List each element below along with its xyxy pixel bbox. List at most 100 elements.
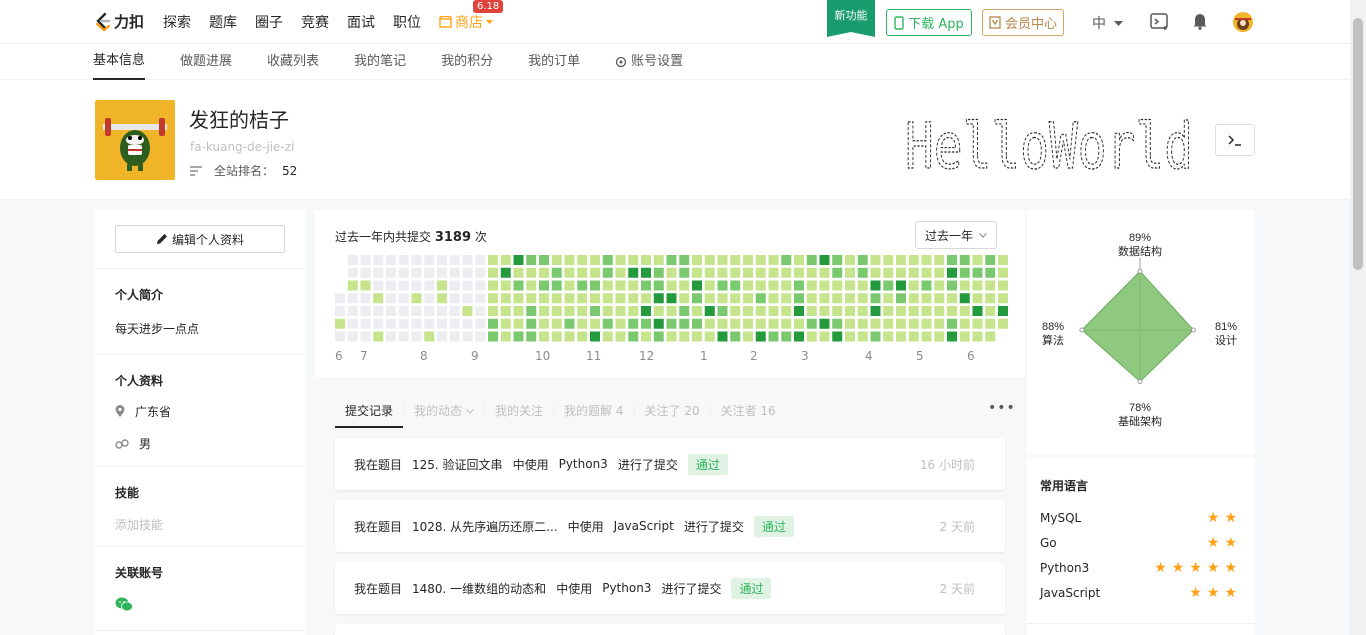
heatmap-cell[interactable] [679,293,690,304]
heatmap-cell[interactable] [947,255,957,265]
heatmap-cell[interactable] [998,267,1008,278]
heatmap-cell[interactable] [615,255,626,265]
heatmap-cell[interactable] [704,331,715,342]
heatmap-cell[interactable] [373,318,384,329]
heatmap-cell[interactable] [947,306,957,316]
heatmap-cell[interactable] [500,267,511,278]
heatmap-cell[interactable] [551,293,562,304]
language-switch[interactable]: 中 [1092,13,1124,33]
heatmap-cell[interactable] [577,293,588,304]
heatmap-cell[interactable] [347,318,358,329]
heatmap-cell[interactable] [488,280,498,291]
heatmap-cell[interactable] [628,267,639,278]
heatmap-cell[interactable] [666,293,677,304]
heatmap-cell[interactable] [908,293,919,304]
heatmap-cell[interactable] [666,318,677,329]
heatmap-cell[interactable] [832,255,843,265]
heatmap-cell[interactable] [819,331,830,342]
range-select[interactable]: 过去一年 [915,221,997,249]
heatmap-cell[interactable] [794,318,804,329]
heatmap-cell[interactable] [564,331,575,342]
heatmap-cell[interactable] [666,255,677,265]
heatmap-cell[interactable] [985,267,996,278]
heatmap-cell[interactable] [386,267,396,278]
heatmap-cell[interactable] [730,306,741,316]
heatmap-cell[interactable] [794,331,804,342]
heatmap-cell[interactable] [577,331,588,342]
heatmap-cell[interactable] [819,318,830,329]
heatmap-cell[interactable] [743,280,753,291]
heatmap-cell[interactable] [883,318,894,329]
tab-my-activity[interactable]: 我的动态 [403,404,484,418]
vip-center-button[interactable]: 会员中心 [982,9,1064,36]
heatmap-cell[interactable] [947,267,957,278]
nav-interview[interactable]: 面试 [347,12,375,32]
heatmap-cell[interactable] [743,293,753,304]
heatmap-cell[interactable] [602,280,613,291]
heatmap-cell[interactable] [755,318,766,329]
logo[interactable]: 力扣 [94,11,144,32]
heatmap-cell[interactable] [717,293,728,304]
submission-card[interactable]: 我在题目 1480. 一维数组的动态和 中使用 Python3 进行了提交 通过… [335,562,1005,614]
user-avatar-large[interactable] [95,100,175,180]
download-app-button[interactable]: 下载 App [886,9,972,36]
heatmap-cell[interactable] [373,280,384,291]
heatmap-cell[interactable] [526,293,537,304]
heatmap-cell[interactable] [641,255,651,265]
heatmap-cell[interactable] [411,306,422,316]
heatmap-cell[interactable] [577,306,588,316]
heatmap-cell[interactable] [730,267,741,278]
heatmap-cell[interactable] [883,306,894,316]
heatmap-cell[interactable] [768,267,779,278]
tab-following-problems[interactable]: 我的关注 [484,404,553,418]
heatmap-cell[interactable] [475,280,486,291]
tab-progress[interactable]: 做题进展 [180,44,232,80]
heatmap-cell[interactable] [373,293,384,304]
heatmap-cell[interactable] [704,267,715,278]
submission-card[interactable]: 我在题目 125. 验证回文串 中使用 Python3 进行了提交 通过 16 … [335,438,1005,490]
heatmap-cell[interactable] [972,255,983,265]
submission-problem[interactable]: 1028. 从先序遍历还原二... [412,518,558,535]
heatmap-cell[interactable] [628,293,639,304]
heatmap-cell[interactable] [947,318,957,329]
heatmap-cell[interactable] [704,293,715,304]
heatmap-cell[interactable] [462,255,473,265]
heatmap-cell[interactable] [335,318,345,329]
heatmap-cell[interactable] [794,280,804,291]
heatmap-cell[interactable] [398,255,409,265]
heatmap-cell[interactable] [577,267,588,278]
heatmap-cell[interactable] [857,318,868,329]
heatmap-cell[interactable] [908,331,919,342]
heatmap-cell[interactable] [692,267,702,278]
heatmap-cell[interactable] [590,331,600,342]
heatmap-cell[interactable] [360,280,371,291]
nav-problems[interactable]: 题库 [209,12,237,32]
heatmap-cell[interactable] [998,280,1008,291]
heatmap-cell[interactable] [500,318,511,329]
heatmap-cell[interactable] [972,331,983,342]
heatmap-cell[interactable] [539,331,549,342]
heatmap-cell[interactable] [908,267,919,278]
heatmap-cell[interactable] [475,306,486,316]
heatmap-cell[interactable] [539,318,549,329]
heatmap-cell[interactable] [819,293,830,304]
heatmap-cell[interactable] [883,293,894,304]
heatmap-cell[interactable] [615,306,626,316]
heatmap-cell[interactable] [832,306,843,316]
heatmap-cell[interactable] [386,255,396,265]
heatmap-cell[interactable] [500,255,511,265]
heatmap-cell[interactable] [998,306,1008,316]
heatmap-cell[interactable] [398,267,409,278]
heatmap-cell[interactable] [743,306,753,316]
heatmap-cell[interactable] [615,280,626,291]
heatmap-cell[interactable] [462,306,473,316]
heatmap-cell[interactable] [641,318,651,329]
heatmap-cell[interactable] [959,293,970,304]
heatmap-cell[interactable] [653,306,664,316]
heatmap-cell[interactable] [985,318,996,329]
heatmap-cell[interactable] [908,280,919,291]
heatmap-cell[interactable] [653,255,664,265]
heatmap-cell[interactable] [411,280,422,291]
heatmap-cell[interactable] [717,255,728,265]
heatmap-cell[interactable] [985,306,996,316]
